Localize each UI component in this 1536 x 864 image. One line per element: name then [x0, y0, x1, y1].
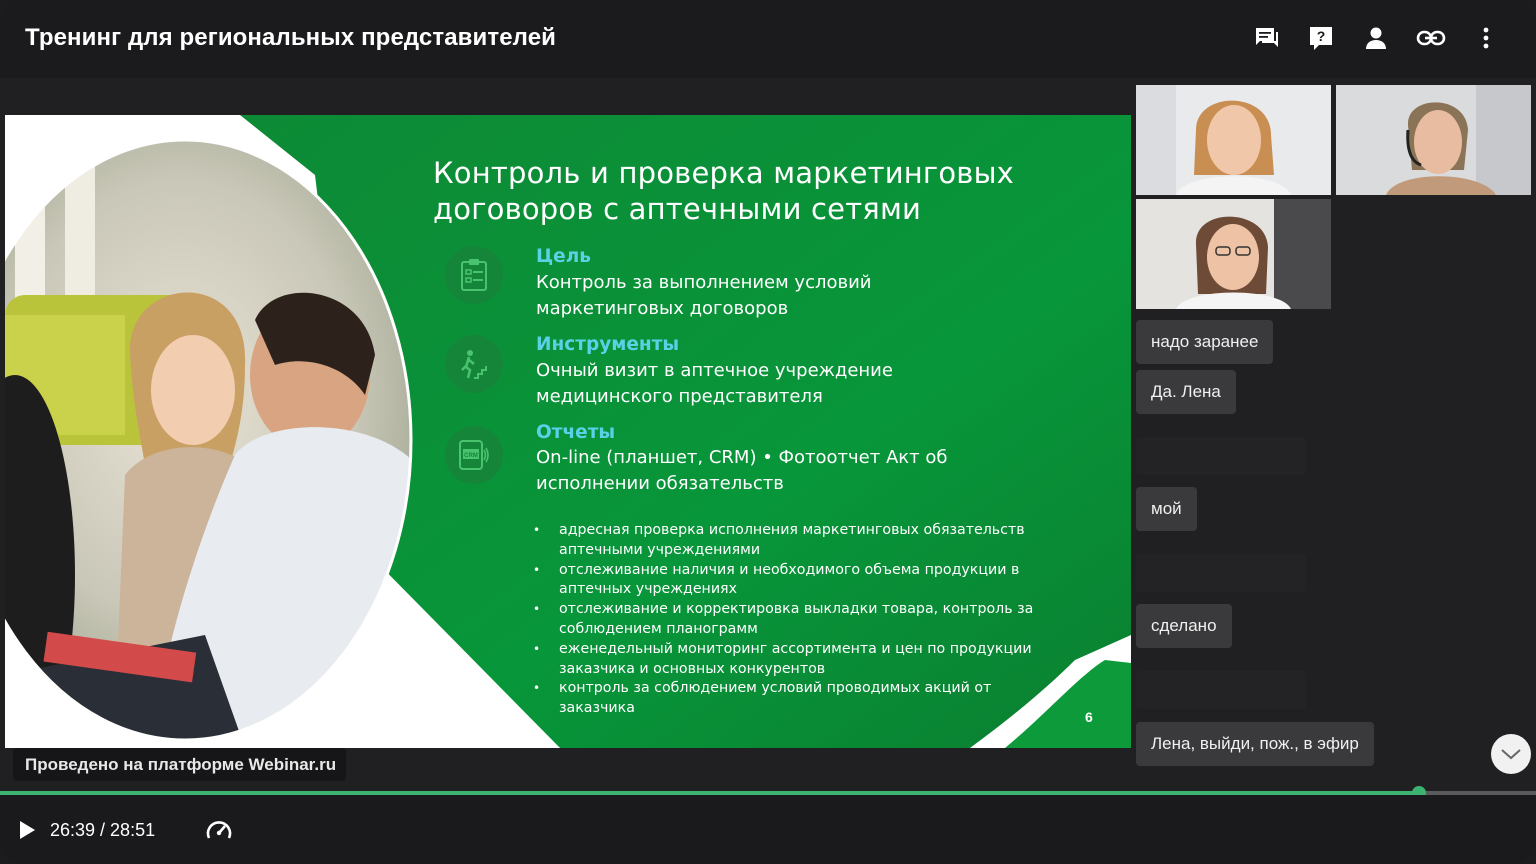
- participant-video-tile[interactable]: [1136, 85, 1331, 195]
- webinar-player: Тренинг для региональных представителей …: [0, 0, 1536, 864]
- slide-title: Контроль и проверка маркетинговых догово…: [433, 156, 1015, 226]
- bullet-item: отслеживание и корректировка выкладки то…: [531, 600, 1051, 640]
- playback-time: 26:39 / 28:51: [50, 820, 156, 840]
- header-bar: Тренинг для региональных представителей …: [0, 0, 1536, 78]
- bullet-item: адресная проверка исполнения маркетингов…: [531, 521, 1051, 561]
- participant-video-tile[interactable]: [1336, 85, 1531, 195]
- play-button[interactable]: [16, 819, 38, 841]
- checklist-icon: [445, 246, 503, 304]
- bullet-item: отслеживание наличия и необходимого объе…: [531, 561, 1051, 601]
- bullet-item: контроль за соблюдением условий проводим…: [531, 679, 1051, 719]
- chat-message: Да. Лена: [1136, 370, 1236, 414]
- chat-message-blurred: [1136, 437, 1306, 475]
- webinar-title: Тренинг для региональных представителей: [25, 24, 556, 51]
- presentation-slide: Контроль и проверка маркетинговых догово…: [5, 115, 1131, 748]
- svg-text:CRM: CRM: [464, 453, 478, 459]
- chat-message: сделано: [1136, 604, 1232, 648]
- more-vertical-icon[interactable]: [1471, 23, 1501, 53]
- section-heading-reports: Отчеты: [536, 422, 616, 443]
- chat-message-blurred: [1136, 671, 1306, 709]
- svg-text:?: ?: [1317, 28, 1326, 44]
- chat-icon[interactable]: [1251, 23, 1281, 53]
- playback-speed-button[interactable]: [205, 817, 233, 843]
- slide-page-number: 6: [1085, 709, 1093, 725]
- player-controls: 26:39 / 28:51: [0, 795, 1536, 864]
- chat-message-blurred: [1136, 554, 1306, 592]
- section-body-tools: Очный визит в аптечное учреждение медици…: [536, 360, 893, 407]
- chat-message: Лена, выйди, пож., в эфир: [1136, 722, 1374, 766]
- section-body-goal: Контроль за выполнением условий маркетин…: [536, 272, 872, 319]
- link-icon[interactable]: [1416, 23, 1446, 53]
- chevron-down-icon: [1501, 749, 1521, 760]
- scroll-down-button[interactable]: [1491, 734, 1531, 774]
- stairs-walker-icon: [445, 335, 503, 393]
- question-icon[interactable]: ?: [1306, 23, 1336, 53]
- chat-message: мой: [1136, 487, 1197, 531]
- play-icon: [20, 821, 35, 839]
- section-body-reports: On-line (планшет, CRM) • Фотоотчет Акт о…: [536, 447, 948, 494]
- participant-video-tile[interactable]: [1136, 199, 1331, 309]
- platform-badge: Проведено на платформе Webinar.ru: [13, 748, 346, 781]
- section-heading-tools: Инструменты: [536, 334, 680, 355]
- speedometer-icon: [206, 821, 232, 839]
- slide-bullet-list: адресная проверка исполнения маркетингов…: [531, 521, 1051, 719]
- section-heading-goal: Цель: [536, 246, 591, 267]
- bullet-item: еженедельный мониторинг ассортимента и ц…: [531, 640, 1051, 680]
- person-icon[interactable]: [1361, 23, 1391, 53]
- chat-message: надо заранее: [1136, 320, 1274, 364]
- tablet-crm-icon: CRM: [445, 426, 503, 484]
